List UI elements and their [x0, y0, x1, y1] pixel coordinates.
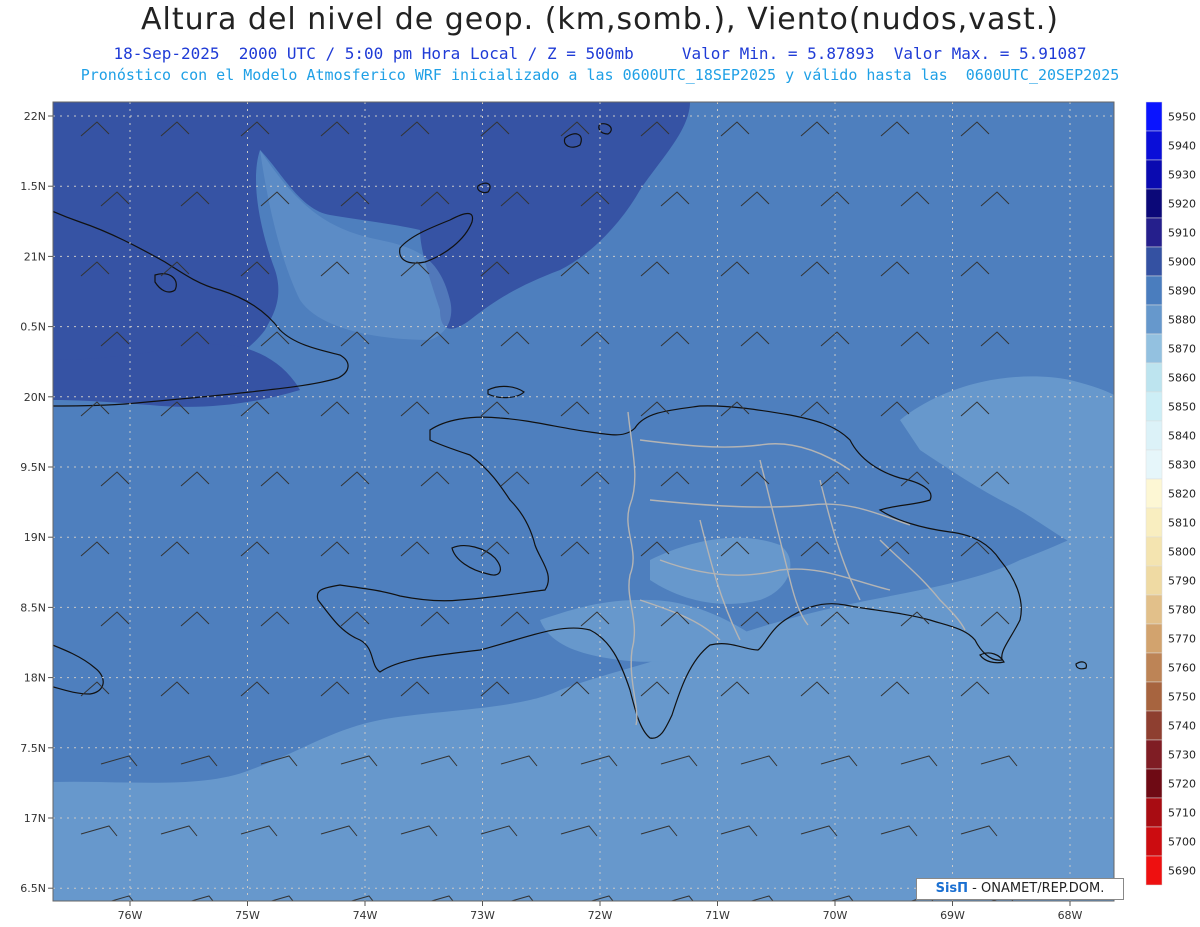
lat-label: 6.5N: [20, 882, 46, 895]
colorbar-label: 5830: [1168, 459, 1196, 472]
colorbar-label: 5770: [1168, 633, 1196, 646]
colorbar-label: 5750: [1168, 691, 1196, 704]
lon-label: 76W: [118, 909, 143, 922]
colorbar-swatch: [1145, 739, 1163, 770]
colorbar-label: 5940: [1168, 140, 1196, 153]
colorbar-label: 5920: [1168, 198, 1196, 211]
colorbar-label: 5820: [1168, 488, 1196, 501]
credit-box: SisΠ - ONAMET/REP.DOM.: [916, 878, 1124, 900]
colorbar-swatch: [1145, 478, 1163, 509]
colorbar-swatch: [1145, 536, 1163, 567]
colorbar-swatch: [1145, 246, 1163, 277]
colorbar-label: 5900: [1168, 256, 1196, 269]
colorbar-label: 5840: [1168, 430, 1196, 443]
lat-label: 20N: [24, 391, 46, 404]
sispi-logo: SisΠ: [935, 881, 969, 896]
colorbar-label: 5850: [1168, 401, 1196, 414]
colorbar-label: 5730: [1168, 749, 1196, 762]
colorbar-label: 5930: [1168, 169, 1196, 182]
colorbar-swatch: [1145, 826, 1163, 857]
colorbar-label: 5880: [1168, 314, 1196, 327]
latitude-labels: 22N 1.5N 21N 0.5N 20N 9.5N 19N 8.5N 18N 7.5N 17N 6.…: [20, 110, 53, 895]
colorbar-swatch: [1145, 420, 1163, 451]
colorbar-label: 5860: [1168, 372, 1196, 385]
colorbar-swatch: [1145, 333, 1163, 364]
forecast-map: 22N 1.5N 21N 0.5N 20N 9.5N 19N 8.5N 18N 7.5N 17N 6.…: [20, 101, 1196, 922]
lat-label: 18N: [24, 672, 46, 685]
geopotential-shading: [53, 102, 1114, 901]
lon-label: 70W: [823, 909, 848, 922]
colorbar-swatch: [1145, 101, 1163, 132]
colorbar-label: 5780: [1168, 604, 1196, 617]
colorbar-label: 5710: [1168, 807, 1196, 820]
colorbar-label: 5910: [1168, 227, 1196, 240]
lon-label: 71W: [705, 909, 730, 922]
lon-label: 69W: [940, 909, 965, 922]
lon-label: 72W: [588, 909, 613, 922]
lat-label: 9.5N: [20, 461, 46, 474]
lat-label: 8.5N: [20, 601, 46, 614]
colorbar-label: 5800: [1168, 546, 1196, 559]
colorbar-swatch: [1145, 391, 1163, 422]
colorbar-label: 5740: [1168, 720, 1196, 733]
colorbar-swatch: [1145, 449, 1163, 480]
colorbar-swatch: [1145, 362, 1163, 393]
colorbar-swatch: [1145, 623, 1163, 654]
colorbar: 5950 5940 5930 5920 5910 5900 5890 5880 5870 5860…: [1145, 101, 1196, 886]
colorbar-swatch: [1145, 652, 1163, 683]
lon-label: 73W: [470, 909, 495, 922]
colorbar-label: 5810: [1168, 517, 1196, 530]
lon-label: 74W: [353, 909, 378, 922]
lat-label: 0.5N: [20, 321, 46, 334]
colorbar-label: 5760: [1168, 662, 1196, 675]
colorbar-label: 5950: [1168, 111, 1196, 124]
colorbar-label: 5700: [1168, 836, 1196, 849]
longitude-labels: 76W 75W 74W 73W 72W 71W 70W 69W 68W: [118, 901, 1083, 922]
colorbar-swatch: [1145, 130, 1163, 161]
colorbar-swatch: [1145, 797, 1163, 828]
credit-text: - ONAMET/REP.DOM.: [968, 881, 1105, 896]
lat-label: 19N: [24, 531, 46, 544]
colorbar-swatch: [1145, 507, 1163, 538]
colorbar-swatch: [1145, 159, 1163, 190]
lat-label: 22N: [24, 110, 46, 123]
colorbar-swatch: [1145, 710, 1163, 741]
lat-label: 7.5N: [20, 742, 46, 755]
colorbar-swatch: [1145, 565, 1163, 596]
colorbar-swatch: [1145, 681, 1163, 712]
colorbar-swatch: [1145, 594, 1163, 625]
colorbar-label: 5690: [1168, 865, 1196, 878]
colorbar-label: 5890: [1168, 285, 1196, 298]
lat-label: 1.5N: [20, 180, 46, 193]
colorbar-swatch: [1145, 304, 1163, 335]
colorbar-swatch: [1145, 855, 1163, 886]
colorbar-swatch: [1145, 275, 1163, 306]
lon-label: 68W: [1058, 909, 1083, 922]
colorbar-swatch: [1145, 188, 1163, 219]
colorbar-swatch: [1145, 217, 1163, 248]
colorbar-label: 5870: [1168, 343, 1196, 356]
colorbar-label: 5720: [1168, 778, 1196, 791]
lon-label: 75W: [235, 909, 260, 922]
lat-label: 21N: [24, 250, 46, 263]
colorbar-swatch: [1145, 768, 1163, 799]
colorbar-label: 5790: [1168, 575, 1196, 588]
lat-label: 17N: [24, 812, 46, 825]
